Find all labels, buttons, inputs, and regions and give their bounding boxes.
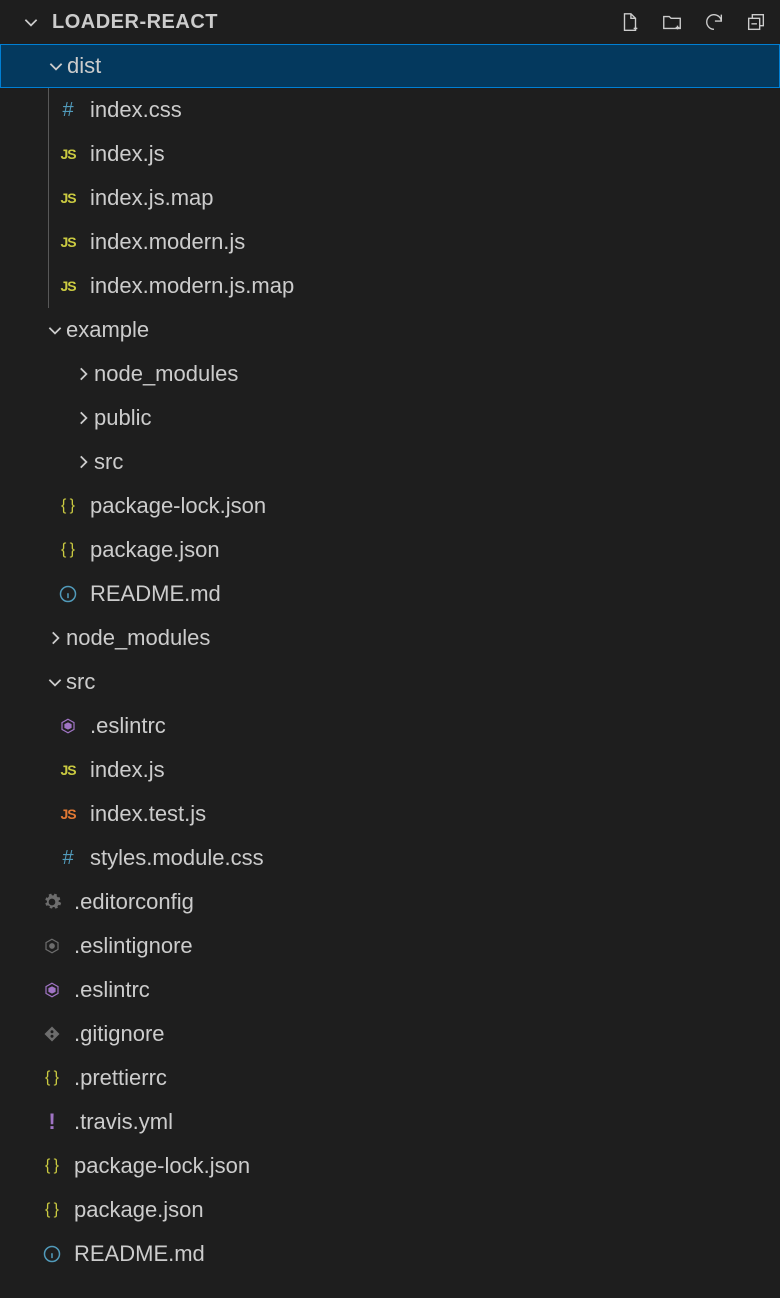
json-file-icon: { } (56, 538, 80, 562)
file-editorconfig[interactable]: .editorconfig (0, 880, 780, 924)
collapse-all-icon[interactable] (744, 10, 768, 34)
folder-example[interactable]: example (0, 308, 780, 352)
new-folder-icon[interactable] (660, 10, 684, 34)
file-label: package.json (90, 537, 220, 563)
js-file-icon: JS (56, 274, 80, 298)
folder-label: node_modules (66, 625, 210, 651)
chevron-down-icon (20, 11, 42, 33)
file-label: index.js.map (90, 185, 214, 211)
file-label: package.json (74, 1197, 204, 1223)
chevron-down-icon (44, 671, 66, 693)
json-file-icon: { } (40, 1154, 64, 1178)
folder-dist[interactable]: dist (0, 44, 780, 88)
folder-example-public[interactable]: public (0, 396, 780, 440)
file-package-json[interactable]: { } package.json (0, 1188, 780, 1232)
file-label: index.js (90, 141, 165, 167)
file-label: index.test.js (90, 801, 206, 827)
json-file-icon: { } (56, 494, 80, 518)
file-label: .eslintignore (74, 933, 193, 959)
file-readme[interactable]: README.md (0, 1232, 780, 1276)
file-src-eslintrc[interactable]: .eslintrc (0, 704, 780, 748)
eslint-file-icon (56, 714, 80, 738)
file-gitignore[interactable]: .gitignore (0, 1012, 780, 1056)
file-index-modern-js[interactable]: JS index.modern.js (0, 220, 780, 264)
header-actions (618, 10, 768, 34)
info-file-icon (56, 582, 80, 606)
file-src-styles-css[interactable]: # styles.module.css (0, 836, 780, 880)
file-eslintignore[interactable]: .eslintignore (0, 924, 780, 968)
config-file-icon (40, 890, 64, 914)
file-label: .eslintrc (74, 977, 150, 1003)
chevron-down-icon (45, 55, 67, 77)
explorer-header: LOADER-REACT (0, 0, 780, 44)
file-label: README.md (74, 1241, 205, 1267)
git-file-icon (40, 1022, 64, 1046)
file-label: .prettierrc (74, 1065, 167, 1091)
css-file-icon: # (56, 846, 80, 870)
folder-src[interactable]: src (0, 660, 780, 704)
file-src-index-js[interactable]: JS index.js (0, 748, 780, 792)
file-label: styles.module.css (90, 845, 264, 871)
file-label: index.css (90, 97, 182, 123)
folder-label: node_modules (94, 361, 238, 387)
file-index-css[interactable]: # index.css (0, 88, 780, 132)
file-label: index.js (90, 757, 165, 783)
js-file-icon: JS (56, 230, 80, 254)
file-index-js[interactable]: JS index.js (0, 132, 780, 176)
folder-label: dist (67, 53, 101, 79)
json-file-icon: { } (40, 1066, 64, 1090)
file-example-readme[interactable]: README.md (0, 572, 780, 616)
file-label: package-lock.json (90, 493, 266, 519)
eslint-ignore-file-icon (40, 934, 64, 958)
file-label: .travis.yml (74, 1109, 173, 1135)
file-label: README.md (90, 581, 221, 607)
folder-label: src (66, 669, 95, 695)
file-index-modern-js-map[interactable]: JS index.modern.js.map (0, 264, 780, 308)
project-title: LOADER-REACT (52, 11, 218, 34)
js-file-icon: JS (56, 186, 80, 210)
js-file-icon: JS (56, 758, 80, 782)
js-test-file-icon: JS (56, 802, 80, 826)
file-package-lock[interactable]: { } package-lock.json (0, 1144, 780, 1188)
yaml-file-icon: ! (40, 1110, 64, 1134)
js-file-icon: JS (56, 142, 80, 166)
new-file-icon[interactable] (618, 10, 642, 34)
file-label: index.modern.js (90, 229, 245, 255)
folder-example-src[interactable]: src (0, 440, 780, 484)
file-label: .editorconfig (74, 889, 194, 915)
chevron-right-icon (72, 407, 94, 429)
folder-label: src (94, 449, 123, 475)
chevron-right-icon (44, 627, 66, 649)
json-file-icon: { } (40, 1198, 64, 1222)
file-example-package-json[interactable]: { } package.json (0, 528, 780, 572)
info-file-icon (40, 1242, 64, 1266)
folder-node-modules[interactable]: node_modules (0, 616, 780, 660)
file-travis-yml[interactable]: ! .travis.yml (0, 1100, 780, 1144)
css-file-icon: # (56, 98, 80, 122)
file-label: index.modern.js.map (90, 273, 294, 299)
header-left[interactable]: LOADER-REACT (20, 11, 218, 34)
file-label: .gitignore (74, 1021, 165, 1047)
folder-label: public (94, 405, 151, 431)
file-label: package-lock.json (74, 1153, 250, 1179)
file-index-js-map[interactable]: JS index.js.map (0, 176, 780, 220)
chevron-right-icon (72, 363, 94, 385)
file-prettierrc[interactable]: { } .prettierrc (0, 1056, 780, 1100)
file-eslintrc[interactable]: .eslintrc (0, 968, 780, 1012)
eslint-file-icon (40, 978, 64, 1002)
file-example-package-lock[interactable]: { } package-lock.json (0, 484, 780, 528)
file-tree: dist # index.css JS index.js JS index.js… (0, 44, 780, 1276)
file-src-index-test-js[interactable]: JS index.test.js (0, 792, 780, 836)
refresh-icon[interactable] (702, 10, 726, 34)
chevron-down-icon (44, 319, 66, 341)
file-explorer: LOADER-REACT dist # (0, 0, 780, 1298)
folder-example-node-modules[interactable]: node_modules (0, 352, 780, 396)
chevron-right-icon (72, 451, 94, 473)
file-label: .eslintrc (90, 713, 166, 739)
folder-label: example (66, 317, 149, 343)
